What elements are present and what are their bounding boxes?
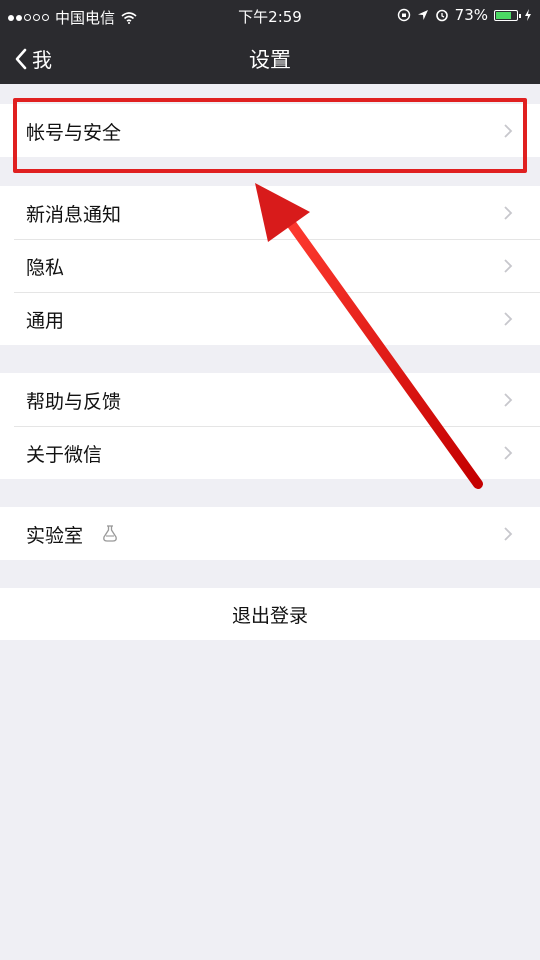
about-wechat-item[interactable]: 关于微信 <box>0 426 540 479</box>
logout-label: 退出登录 <box>231 605 308 627</box>
settings-group-help: 帮助与反馈 关于微信 <box>0 373 540 479</box>
chevron-right-icon <box>504 206 513 220</box>
battery-percent: 73% <box>454 6 488 24</box>
chevron-right-icon <box>504 312 513 326</box>
page-title: 设置 <box>249 48 291 72</box>
navigation-bar: 我 设置 <box>0 32 540 84</box>
alarm-icon <box>435 9 448 22</box>
lab-flask-icon <box>103 525 117 542</box>
new-message-notification-item[interactable]: 新消息通知 <box>0 186 540 239</box>
lab-item[interactable]: 实验室 <box>0 507 540 560</box>
privacy-label: 隐私 <box>26 257 65 279</box>
battery-icon <box>494 9 521 21</box>
location-icon <box>417 10 428 20</box>
chevron-right-icon <box>504 259 513 273</box>
lab-label: 实验室 <box>26 525 84 547</box>
chevron-right-icon <box>504 393 513 407</box>
chevron-right-icon <box>504 527 513 541</box>
privacy-item[interactable]: 隐私 <box>0 239 540 292</box>
general-label: 通用 <box>26 310 65 332</box>
new-message-notification-label: 新消息通知 <box>26 204 122 226</box>
logout-button[interactable]: 退出登录 <box>0 588 540 640</box>
status-right: 73% <box>397 6 532 24</box>
chevron-right-icon <box>504 446 513 460</box>
settings-group-main: 新消息通知 隐私 通用 <box>0 186 540 345</box>
settings-group-lab: 实验室 <box>0 507 540 560</box>
about-wechat-label: 关于微信 <box>26 444 103 466</box>
help-feedback-label: 帮助与反馈 <box>26 391 122 413</box>
status-bar: 中国电信 下午2:59 73% <box>0 0 540 32</box>
highlight-box <box>13 98 527 173</box>
help-feedback-item[interactable]: 帮助与反馈 <box>0 373 540 426</box>
general-item[interactable]: 通用 <box>0 292 540 345</box>
lock-rotation-icon <box>397 8 410 22</box>
charging-icon <box>525 9 531 21</box>
